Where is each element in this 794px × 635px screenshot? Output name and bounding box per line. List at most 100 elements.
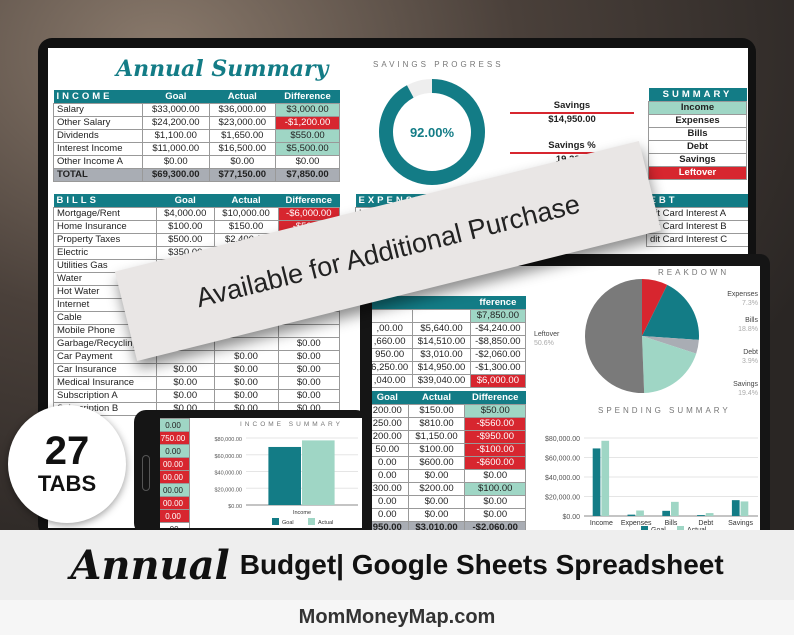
- table-row: 00.00: [160, 496, 190, 510]
- summary-row: Expenses: [648, 113, 747, 128]
- table-row: 00.00: [160, 457, 190, 471]
- row-label: Property Taxes: [53, 232, 157, 247]
- badge-label: TABS: [37, 471, 97, 496]
- site-url: MomMoneyMap.com: [0, 600, 794, 635]
- cell: $0.00: [208, 154, 277, 169]
- cell: 0.00: [160, 444, 190, 458]
- row-label: Electric: [53, 245, 157, 260]
- cell: $100.00: [464, 481, 526, 496]
- phone-screen: 0.00750.000.0000.0000.0000.0000.000.00.0…: [160, 418, 362, 528]
- debt-table: EBT dit Card Interest Adit Card Interest …: [646, 194, 748, 247]
- cell: $50.00: [464, 403, 526, 418]
- column-header: Difference: [278, 194, 340, 207]
- cell: $14,950.00: [412, 360, 471, 375]
- cell: -$4,240.00: [469, 321, 527, 336]
- cell: .00: [160, 522, 190, 528]
- table-row: 0.00: [160, 509, 190, 523]
- x-tick-label: Savings: [728, 520, 753, 527]
- column-header: fference: [470, 296, 526, 309]
- tablet-expense-totals-table: fference $7,850.00,00.00 $5,640.00 -$4,240.…: [372, 296, 527, 388]
- cell: $0.00: [213, 349, 279, 364]
- tablet-screen: fference $7,850.00,00.00 $5,640.00 -$4,240.…: [372, 266, 760, 532]
- cell: $36,000.00: [208, 102, 277, 117]
- y-tick-label: $20,000.00: [214, 487, 242, 493]
- table-row: 0.00 $0.00 $0.00: [372, 507, 526, 522]
- savings-label: Savings: [510, 100, 634, 114]
- row-label: Home Insurance: [53, 219, 157, 234]
- x-tick-label: Income: [293, 510, 311, 516]
- pie-label: Debt: [743, 349, 758, 356]
- y-tick-label: $40,000.00: [214, 471, 242, 477]
- cell: $77,150.00: [208, 167, 277, 182]
- cell: $0.00: [407, 507, 466, 522]
- cell: $5,640.00: [412, 321, 471, 336]
- cell: $0.00: [155, 362, 215, 377]
- savings-progress-donut: 92.00%: [379, 79, 485, 185]
- table-row: .00: [160, 522, 190, 528]
- bar-goal-income: [592, 448, 601, 516]
- pie-label: Leftover: [534, 331, 560, 338]
- cell: 250.00: [372, 416, 409, 431]
- row-label: dit Card Interest B: [646, 219, 748, 234]
- summary-item: Expenses: [648, 113, 747, 128]
- y-tick-label: $0.00: [228, 504, 242, 510]
- cell: $4,000.00: [155, 206, 215, 221]
- table-row: TOTAL $69,300.00 $77,150.00 $7,850.00: [52, 167, 340, 182]
- bar-goal-expenses: [627, 514, 636, 516]
- savings-progress-label: 92.00%: [410, 125, 455, 140]
- cell: $0.00: [213, 362, 279, 377]
- row-label: Subscription A: [53, 388, 157, 403]
- income-table: INCOME Goal Actual Difference Salary $33,000.…: [52, 90, 340, 182]
- breakdown-pie-chart: Expenses 7.3% Bills 18.8% Debt 3.9% Savings 19.…: [534, 279, 758, 397]
- y-tick-label: $0.00: [562, 514, 580, 521]
- cell: $0.00: [155, 375, 215, 390]
- pie-label: Expenses: [727, 291, 758, 298]
- cell: $7,850.00: [469, 308, 527, 323]
- cell: 0.00: [160, 509, 190, 523]
- row-label: Other Income A: [52, 154, 144, 169]
- column-header: Goal: [372, 391, 409, 404]
- difference-cell: $7,850.00: [275, 167, 340, 182]
- cell: 200.00: [372, 403, 409, 418]
- x-tick-label: Expenses: [621, 520, 652, 527]
- cell: $150.00: [213, 219, 279, 234]
- y-tick-label: $20,000.00: [545, 495, 580, 502]
- banner-text: Budget| Google Sheets Spreadsheet: [239, 549, 724, 580]
- difference-cell: $3,000.00: [275, 102, 340, 117]
- bar-actual-expenses: [636, 510, 644, 516]
- table-row: Car Insurance $0.00 $0.00 $0.00: [53, 362, 341, 377]
- row-label: Other Salary: [52, 115, 144, 130]
- row-label: Car Insurance: [53, 362, 157, 377]
- table-row: ,660.00 $14,510.00 -$8,850.00: [372, 334, 527, 349]
- cell: $11,000.00: [142, 141, 210, 156]
- table-row: Medical Insurance $0.00 $0.00 $0.00: [53, 375, 341, 390]
- spending-summary-chart: $0.00 $20,000.00 $40,000.00 $60,000.00 $80,0…: [545, 436, 758, 532]
- table-row: 0.00 $600.00 -$600.00: [372, 455, 526, 470]
- summary-item: Income: [648, 100, 747, 115]
- difference-cell: $0.00: [277, 375, 341, 390]
- row-label: dit Card Interest A: [646, 206, 748, 221]
- column-header: Difference: [464, 391, 526, 404]
- savings-value: $14,950.00: [548, 114, 596, 125]
- row-label: dit Card Interest C: [646, 232, 748, 247]
- y-tick-label: $60,000.00: [545, 456, 580, 463]
- cell: $23,000.00: [208, 115, 277, 130]
- cell: 750.00: [160, 431, 190, 445]
- cell: ,00.00: [372, 321, 414, 336]
- difference-cell: $0.00: [275, 154, 340, 169]
- cell: $39,040.00: [412, 373, 471, 388]
- table-row: Mortgage/Rent $4,000.00 $10,000.00 -$6,000.…: [53, 206, 341, 221]
- cell: 6,250.00: [372, 360, 414, 375]
- cell: $69,300.00: [142, 167, 210, 182]
- table-row: ,00.00 $5,640.00 -$4,240.00: [372, 321, 527, 336]
- legend-swatch: [308, 518, 315, 525]
- cell: $100.00: [155, 219, 215, 234]
- table-row: $7,850.00: [372, 308, 527, 323]
- cell: $14,510.00: [412, 334, 471, 349]
- spending-summary-title: SPENDING SUMMARY: [598, 406, 731, 415]
- savings-stat: Savings $14,950.00: [510, 100, 634, 125]
- summary-item: Bills: [648, 126, 747, 141]
- table-row: Dividends $1,100.00 $1,650.00 $550.00: [52, 128, 340, 143]
- cell: $0.00: [213, 375, 279, 390]
- x-tick-label: Debt: [698, 520, 713, 527]
